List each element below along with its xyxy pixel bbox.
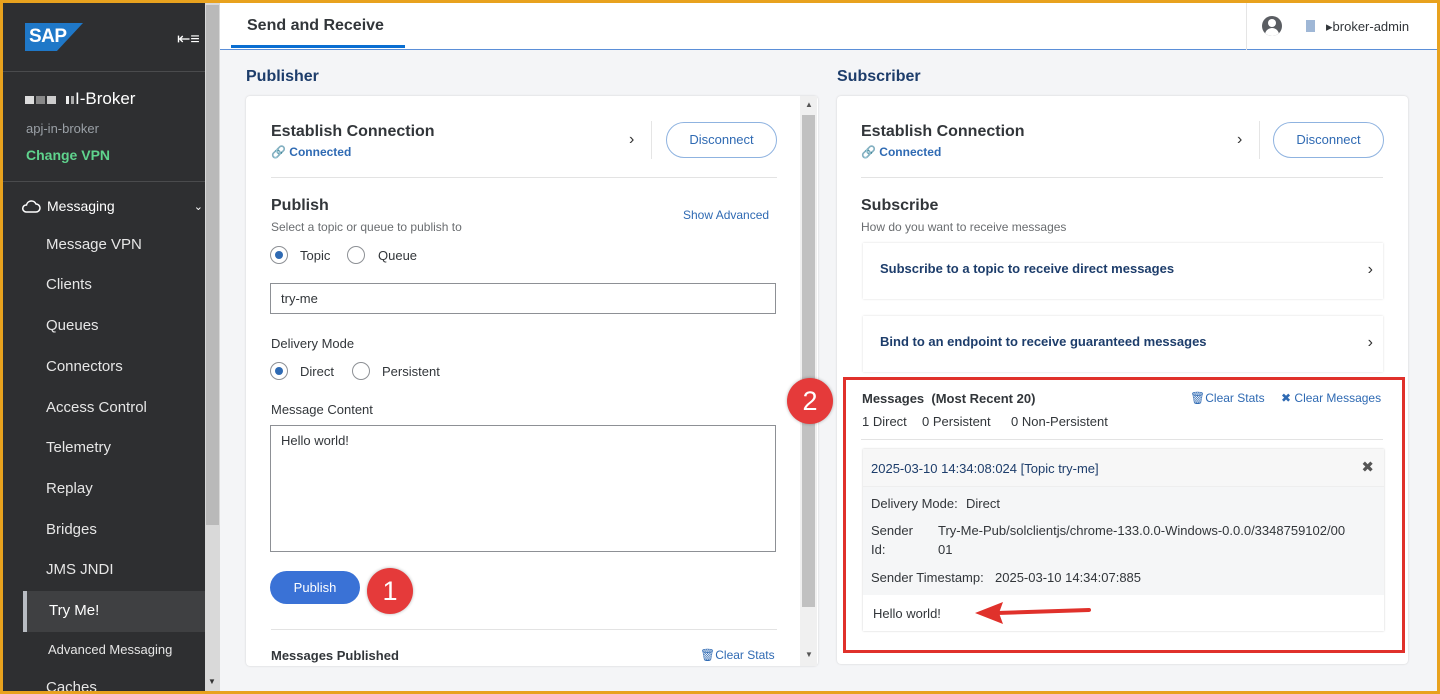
scroll-down-arrow-icon[interactable]: ▼ — [208, 677, 216, 686]
collapse-sidebar-icon[interactable]: ⇤≡ — [177, 29, 200, 49]
messages-published-label: Messages Published — [271, 648, 399, 663]
message-content-label: Message Content — [271, 402, 373, 417]
message-content-textarea[interactable]: Hello world! — [270, 425, 776, 552]
direct-radio-label: Direct — [300, 364, 334, 379]
nav-item-jms-jndi[interactable]: JMS JNDI — [46, 561, 114, 578]
subscribe-topic-option-label: Subscribe to a topic to receive direct m… — [880, 261, 1175, 276]
persistent-radio[interactable] — [352, 362, 370, 380]
publish-help-text: Select a topic or queue to publish to — [271, 220, 462, 234]
chevron-right-icon: › — [1367, 261, 1373, 278]
highlight-box — [843, 377, 1405, 653]
sidebar-scroll-thumb[interactable] — [206, 5, 219, 525]
nav-item-replay[interactable]: Replay — [46, 480, 93, 497]
bind-endpoint-option[interactable]: Bind to an endpoint to receive guarantee… — [863, 316, 1383, 372]
divider — [861, 177, 1383, 178]
nav-item-connectors[interactable]: Connectors — [46, 358, 123, 375]
subscriber-title: Subscriber — [837, 68, 921, 85]
cloud-icon — [22, 200, 41, 213]
callout-badge-1: 1 — [367, 568, 413, 614]
nav-item-message-vpn[interactable]: Message VPN — [46, 236, 142, 253]
publisher-establish-heading: Establish Connection — [271, 123, 435, 140]
direct-radio[interactable] — [270, 362, 288, 380]
nav-group-label: Messaging — [47, 198, 115, 214]
sidebar-divider — [3, 71, 205, 72]
subscriber-disconnect-button[interactable]: Disconnect — [1273, 122, 1384, 158]
publisher-title: Publisher — [246, 68, 319, 85]
chevron-right-icon[interactable]: › — [629, 131, 634, 149]
divider — [1259, 121, 1260, 159]
delivery-mode-label: Delivery Mode — [271, 336, 355, 351]
nav-item-queues[interactable]: Queues — [46, 317, 99, 334]
queue-radio-label: Queue — [378, 248, 418, 263]
nav-item-advanced-messaging[interactable]: Advanced Messaging — [48, 642, 172, 657]
publisher-scroll-thumb[interactable] — [802, 115, 815, 607]
chevron-down-icon: ⌄ — [193, 200, 203, 213]
broker-name: I-Broker — [25, 89, 135, 109]
divider — [271, 177, 777, 178]
callout-badge-2: 2 — [787, 378, 833, 424]
nav-item-try-me[interactable]: Try Me! — [23, 591, 205, 632]
sap-logo: SAP — [25, 23, 83, 51]
show-advanced-link[interactable]: Show Advanced — [683, 208, 769, 222]
persistent-radio-label: Persistent — [382, 364, 440, 379]
topic-radio-label: Topic — [300, 248, 331, 263]
top-bar: Send and Receive ▸broker-admin — [220, 3, 1437, 50]
red-arrow-icon — [975, 602, 1091, 624]
nav-item-label: Try Me! — [49, 602, 100, 619]
user-name[interactable]: ▸broker-admin — [1326, 19, 1409, 35]
publish-button[interactable]: Publish — [270, 571, 360, 604]
sidebar-divider — [3, 181, 205, 182]
publisher-connected-status: 🔗 Connected — [271, 145, 352, 159]
tab-send-and-receive[interactable]: Send and Receive — [247, 17, 384, 35]
topic-radio[interactable] — [270, 246, 288, 264]
publish-heading: Publish — [271, 197, 329, 214]
nav-item-telemetry[interactable]: Telemetry — [46, 439, 111, 456]
subscribe-help-text: How do you want to receive messages — [861, 220, 1067, 234]
chevron-right-icon: › — [1367, 334, 1373, 351]
subscribe-topic-option[interactable]: Subscribe to a topic to receive direct m… — [863, 243, 1383, 299]
sidebar: SAP ⇤≡ I-Broker apj-in-broker Change VPN… — [3, 3, 205, 691]
change-vpn-link[interactable]: Change VPN — [26, 147, 110, 163]
bind-endpoint-option-label: Bind to an endpoint to receive guarantee… — [880, 334, 1207, 349]
scroll-down-arrow-icon[interactable]: ▼ — [805, 650, 813, 659]
nav-item-clients[interactable]: Clients — [46, 276, 92, 293]
nav-item-bridges[interactable]: Bridges — [46, 521, 97, 538]
active-tab-indicator — [231, 45, 405, 48]
nav-group-messaging[interactable]: Messaging ⌄ — [21, 198, 203, 214]
chevron-right-icon[interactable]: › — [1237, 131, 1242, 149]
subscriber-establish-heading: Establish Connection — [861, 123, 1025, 140]
publisher-disconnect-button[interactable]: Disconnect — [666, 122, 777, 158]
link-icon: 🔗 — [861, 145, 876, 159]
user-org-icon — [1306, 20, 1315, 32]
subscribe-heading: Subscribe — [861, 197, 939, 214]
broker-id: apj-in-broker — [26, 121, 99, 136]
publisher-clear-stats-link[interactable]: 🗑Clear Stats — [700, 648, 775, 662]
trash-icon: 🗑 — [700, 648, 716, 662]
user-avatar-icon[interactable] — [1262, 16, 1282, 36]
scroll-up-arrow-icon[interactable]: ▲ — [805, 100, 813, 109]
topic-input[interactable]: try-me — [270, 283, 776, 314]
divider — [1246, 3, 1247, 50]
nav-item-caches[interactable]: Caches — [46, 679, 97, 691]
link-icon: 🔗 — [271, 145, 286, 159]
queue-radio[interactable] — [347, 246, 365, 264]
app-window: SAP ⇤≡ I-Broker apj-in-broker Change VPN… — [3, 3, 1437, 691]
subscriber-connected-status: 🔗 Connected — [861, 145, 942, 159]
nav-item-access-control[interactable]: Access Control — [46, 399, 147, 416]
divider — [271, 629, 777, 630]
divider — [651, 121, 652, 159]
